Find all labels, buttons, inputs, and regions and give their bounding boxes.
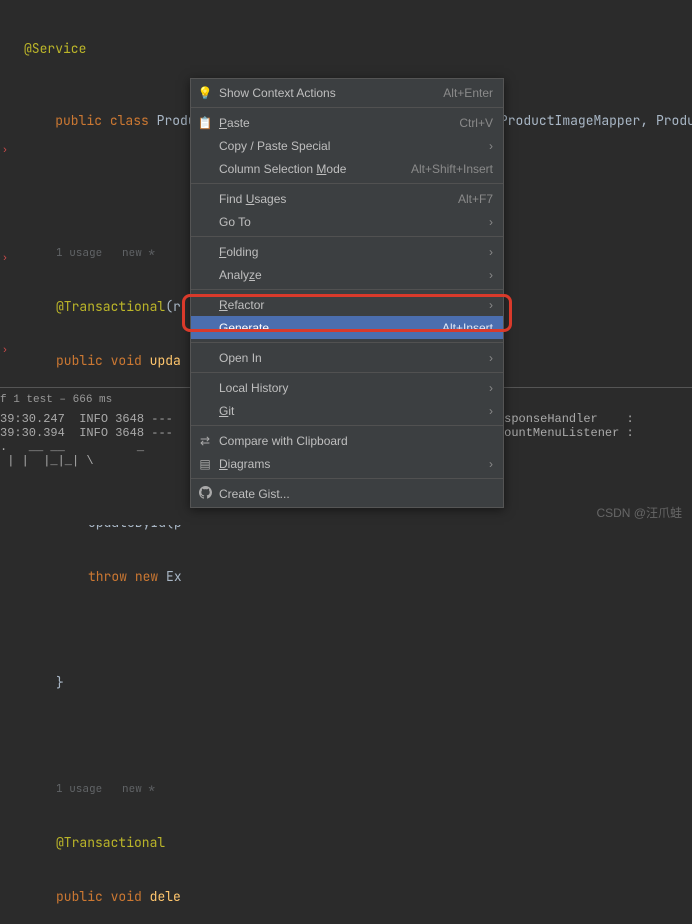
annotation-service: @Service [24, 40, 86, 57]
chevron-right-icon: › [489, 268, 493, 282]
menu-separator [191, 107, 503, 108]
menu-git[interactable]: Git › [191, 399, 503, 422]
github-icon [197, 486, 213, 502]
method-update: upda [150, 352, 181, 369]
menu-label: Diagrams [219, 457, 489, 471]
ex-type: Ex [166, 568, 182, 585]
menu-folding[interactable]: Folding › [191, 240, 503, 263]
chevron-right-icon: › [489, 457, 493, 471]
menu-label: Paste [219, 116, 459, 130]
menu-label: Compare with Clipboard [219, 434, 493, 448]
bulb-icon: 💡 [197, 86, 213, 100]
menu-shortcut: Alt+Insert [442, 321, 493, 335]
menu-show-context-actions[interactable]: 💡 Show Context Actions Alt+Enter [191, 81, 503, 104]
context-menu: 💡 Show Context Actions Alt+Enter 📋 Paste… [190, 78, 504, 508]
menu-compare-clipboard[interactable]: ⇄ Compare with Clipboard [191, 429, 503, 452]
menu-separator [191, 236, 503, 237]
chevron-right-icon: › [489, 245, 493, 259]
watermark: CSDN @汪爪蛙 [596, 504, 682, 521]
generic-2: Produc [656, 112, 692, 129]
compare-icon: ⇄ [197, 434, 213, 448]
menu-label: Create Gist... [219, 487, 493, 501]
annotation-tx-2: @Transactional [56, 834, 165, 851]
gutter-change-marker[interactable]: › [0, 144, 10, 156]
kw-public-2: public [56, 352, 103, 369]
kw-class: class [110, 112, 149, 129]
menu-local-history[interactable]: Local History › [191, 376, 503, 399]
menu-shortcut: Alt+Enter [443, 86, 493, 100]
menu-label: Folding [219, 245, 489, 259]
menu-separator [191, 289, 503, 290]
chevron-right-icon: › [489, 215, 493, 229]
chevron-right-icon: › [489, 404, 493, 418]
menu-separator [191, 425, 503, 426]
menu-diagrams[interactable]: ▤ Diagrams › [191, 452, 503, 475]
menu-label: Refactor [219, 298, 489, 312]
menu-copy-paste-special[interactable]: Copy / Paste Special › [191, 134, 503, 157]
generic-1: ProductImageMapper [500, 112, 640, 129]
kw-void-2: void [111, 888, 142, 905]
chevron-right-icon: › [489, 351, 493, 365]
menu-create-gist[interactable]: Create Gist... [191, 482, 503, 505]
menu-go-to[interactable]: Go To › [191, 210, 503, 233]
menu-shortcut: Alt+F7 [458, 192, 493, 206]
close-brace: } [56, 674, 64, 691]
gutter-change-marker[interactable]: › [0, 252, 10, 264]
kw-void: void [111, 352, 142, 369]
kw-throw: throw [88, 568, 127, 585]
menu-label: Analyze [219, 268, 489, 282]
method-delete: dele [150, 888, 181, 905]
diagram-icon: ▤ [197, 457, 213, 471]
menu-analyze[interactable]: Analyze › [191, 263, 503, 286]
menu-paste[interactable]: 📋 Paste Ctrl+V [191, 111, 503, 134]
menu-label: Open In [219, 351, 489, 365]
menu-separator [191, 372, 503, 373]
menu-separator [191, 183, 503, 184]
kw-public: public [55, 112, 102, 129]
chevron-right-icon: › [489, 298, 493, 312]
menu-label: Local History [219, 381, 489, 395]
menu-shortcut: Alt+Shift+Insert [411, 162, 493, 176]
menu-label: Show Context Actions [219, 86, 443, 100]
annotation-tx-1: @Transactional [56, 298, 165, 315]
menu-find-usages[interactable]: Find Usages Alt+F7 [191, 187, 503, 210]
menu-label: Git [219, 404, 489, 418]
annotation-tx-1-arg: (r [165, 298, 181, 315]
chevron-right-icon: › [489, 139, 493, 153]
usage-hint-2: 1 usage new * [8, 780, 692, 798]
menu-label: Go To [219, 215, 489, 229]
kw-new: new [135, 568, 158, 585]
gutter-change-marker[interactable]: › [0, 344, 10, 356]
menu-generate[interactable]: Generate... Alt+Insert [191, 316, 503, 339]
menu-separator [191, 478, 503, 479]
paste-icon: 📋 [197, 116, 213, 130]
menu-label: Column Selection Mode [219, 162, 411, 176]
menu-label: Find Usages [219, 192, 458, 206]
menu-open-in[interactable]: Open In › [191, 346, 503, 369]
menu-label: Copy / Paste Special [219, 139, 489, 153]
kw-public-3: public [56, 888, 103, 905]
menu-shortcut: Ctrl+V [459, 116, 493, 130]
menu-label: Generate... [219, 321, 442, 335]
menu-column-selection-mode[interactable]: Column Selection Mode Alt+Shift+Insert [191, 157, 503, 180]
menu-refactor[interactable]: Refactor › [191, 293, 503, 316]
menu-separator [191, 342, 503, 343]
chevron-right-icon: › [489, 381, 493, 395]
